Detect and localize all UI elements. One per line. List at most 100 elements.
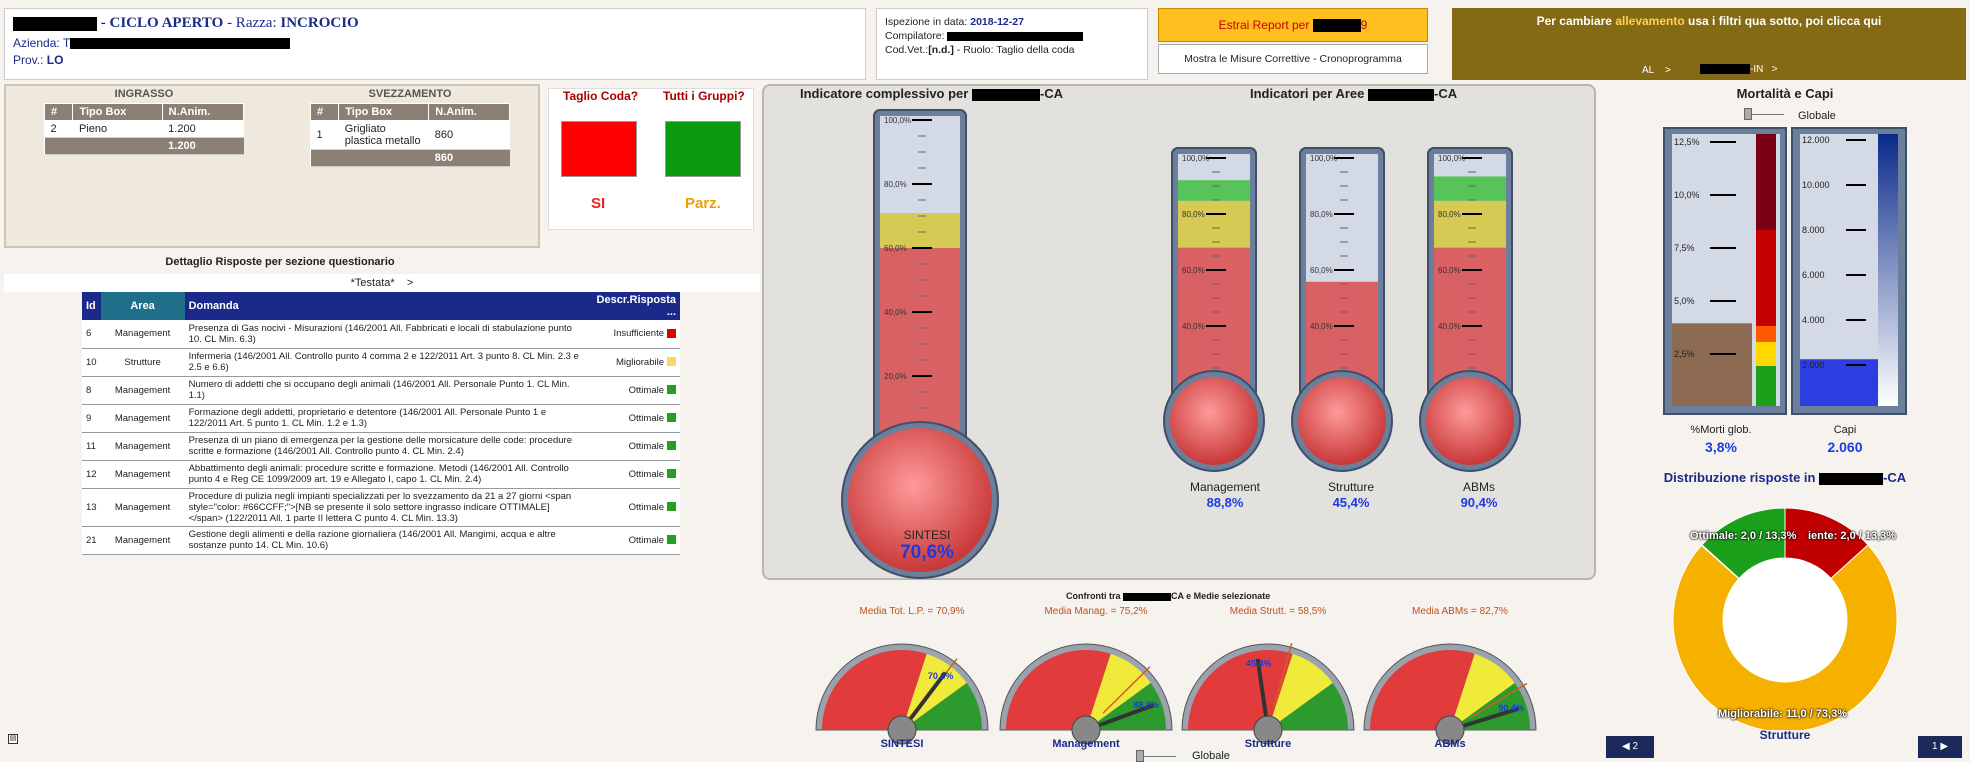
capi-scale-band <box>1878 134 1898 406</box>
area-thermo-2-band <box>1434 200 1506 248</box>
inspection-box: Ispezione in data: 2018-12-27 Compilator… <box>876 8 1148 80</box>
morti-tick-label: 12,5% <box>1674 137 1700 147</box>
gauge-avg-label: Media Manag. = 75,2% <box>1044 606 1147 617</box>
gauge-value: 88,8% <box>1133 700 1159 710</box>
farm-filter-panel: Per cambiare allevamento usa i filtri qu… <box>1452 8 1966 80</box>
area-thermo-0-tick-label: 60,0% <box>1182 266 1205 275</box>
status-square <box>667 329 676 339</box>
table-row[interactable]: 13 Management Procedure di pulizia negli i… <box>82 488 680 527</box>
area-thermo-2-tick-label: 40,0% <box>1438 322 1461 331</box>
gauge-value: 45,4% <box>1246 659 1272 669</box>
table-row[interactable]: 8 Management Numero di addetti che si occu… <box>82 376 680 405</box>
change-farm-link[interactable]: Per cambiare allevamento usa i filtri qu… <box>1452 14 1966 28</box>
sintesi-thermo-tick-label: 80,0% <box>884 180 907 189</box>
table-row[interactable]: 12 Management Abbattimento degli animali: … <box>82 460 680 489</box>
corrective-measures-button[interactable]: Mostra le Misure Correttive - Cronoprogr… <box>1158 44 1428 74</box>
status-square <box>667 413 676 423</box>
capi-tick-label: 4.000 <box>1802 315 1825 325</box>
capi-tick-label: 2.000 <box>1802 360 1825 370</box>
donut-label-insufficiente: iente: 2,0 / 13,3% <box>1808 530 1897 542</box>
area-thermo-0-band <box>1178 180 1250 201</box>
sintesi-thermo-band <box>880 213 960 248</box>
table-row[interactable]: 9 Management Formazione degli addetti, pro… <box>82 404 680 433</box>
table-row[interactable]: 6 Management Presenza di Gas nocivi - Misu… <box>82 320 680 349</box>
table-row: 1 Grigliato plastica metallo 860 <box>310 120 510 150</box>
detail-title: Dettaglio Risposte per sezione questiona… <box>165 256 395 268</box>
sintesi-thermo-tick-label: 40,0% <box>884 308 907 317</box>
capi-label: Capi <box>1833 424 1857 436</box>
gauge-avg-label: Media ABMs = 82,7% <box>1412 606 1508 617</box>
section-selector[interactable]: *Testata* > <box>4 274 760 292</box>
azienda-line: Azienda: T <box>13 36 291 50</box>
area-thermo-0-band <box>1178 200 1250 248</box>
mortality-toggle-label: Globale <box>1798 110 1836 122</box>
svezzamento-table: SVEZZAMENTO # Tipo Box N.Anim. 1 Grigliato … <box>309 88 510 167</box>
donut-title: Distribuzione risposte in -CA <box>1663 470 1907 485</box>
gauges-svg: Media Tot. L.P. = 70,9% 70,6% SINTESI Media… <box>815 606 1537 750</box>
table-row: 2 Pieno 1.200 <box>44 120 244 138</box>
area-thermo-2-bulb <box>1426 377 1514 465</box>
farm-title: - CICLO APERTO - Razza: INCROCIO <box>13 15 359 32</box>
status-square <box>667 535 676 545</box>
sintesi-thermo-tick-label: 60,0% <box>884 244 907 253</box>
questions-table: Id Area Domanda Descr.Risposta ... 6 Mana… <box>82 292 680 555</box>
area-thermo-0-tick-label: 40,0% <box>1182 322 1205 331</box>
capi-tick-label: 12.000 <box>1802 135 1830 145</box>
extract-report-button[interactable]: Estrai Report per 9 <box>1158 8 1428 42</box>
sintesi-thermo-tick-label: 100,0% <box>884 116 911 125</box>
abms-value: 90,4% <box>1460 495 1498 510</box>
strutture-value: 45,4% <box>1332 495 1370 510</box>
prov-line: Prov.: LO <box>13 53 64 67</box>
morti-scale-band <box>1756 366 1776 406</box>
all-groups-indicator <box>665 121 741 177</box>
table-row[interactable]: 11 Management Presenza di un piano di emer… <box>82 432 680 461</box>
header-info-box: - CICLO APERTO - Razza: INCROCIO Azienda… <box>4 8 866 80</box>
mortality-toggle[interactable] <box>1744 108 1784 120</box>
area-thermo-1-tick-label: 100,0% <box>1310 154 1337 163</box>
management-label: Management <box>1189 480 1261 494</box>
filter-al[interactable]: AL > <box>1642 65 1671 76</box>
tail-docking-indicator <box>561 121 637 177</box>
area-thermo-1-tick-label: 40,0% <box>1310 322 1333 331</box>
capi-tick-label: 8.000 <box>1802 225 1825 235</box>
status-square <box>667 385 676 395</box>
mortality-svg: 12,5% 10,0% 7,5% 5,0% 2,5% 12.000 10.000 8.000 6… <box>1663 127 1907 415</box>
morti-fill <box>1672 323 1752 406</box>
sintesi-thermo-band <box>880 248 960 446</box>
area-thermo-0-tick-label: 100,0% <box>1182 154 1209 163</box>
morti-scale-band <box>1756 134 1776 230</box>
donut-hole <box>1723 558 1847 682</box>
mortality-title: Mortalità e Capi <box>1736 86 1834 101</box>
export-icon[interactable]: ▤ <box>8 734 18 744</box>
donut-label-ottimale: Ottimale: 2,0 / 13,3% <box>1690 530 1797 542</box>
morti-scale-band <box>1756 326 1776 342</box>
ingrasso-table: INGRASSO # Tipo Box N.Anim. 2 Pieno 1.200 1.… <box>43 88 245 155</box>
gauge-value: 90,4% <box>1498 703 1524 713</box>
gauge-label: Management <box>1052 738 1120 750</box>
bottom-toggle[interactable] <box>1136 750 1176 762</box>
area-thermo-2-band <box>1434 176 1506 201</box>
morti-scale-band <box>1756 342 1776 366</box>
gauge-label: Strutture <box>1245 738 1291 750</box>
capi-value: 2.060 <box>1827 439 1863 455</box>
strutture-label: Strutture <box>1327 480 1375 494</box>
filter-farm[interactable]: -IN > <box>1700 64 1778 75</box>
morti-tick-label: 2,5% <box>1674 349 1695 359</box>
prev-page-button[interactable]: ◀ 2 <box>1606 736 1654 758</box>
table-row[interactable]: 21 Management Gestione degli alimenti e de… <box>82 526 680 555</box>
morti-value: 3,8% <box>1705 439 1737 455</box>
morti-label: %Morti glob. <box>1690 424 1752 436</box>
next-page-button[interactable]: 1 ▶ <box>1918 736 1962 758</box>
sintesi-thermo-tick-label: 20,0% <box>884 372 907 381</box>
area-thermo-0-bulb <box>1170 377 1258 465</box>
gauge-avg-label: Media Tot. L.P. = 70,9% <box>860 606 965 617</box>
donut-caption: Strutture <box>1759 728 1811 742</box>
area-thermo-0-tick-label: 80,0% <box>1182 210 1205 219</box>
gauge-avg-label: Media Strutt. = 58,5% <box>1230 606 1327 617</box>
table-row[interactable]: 10 Strutture Infermeria (146/2001 All. Con… <box>82 348 680 377</box>
bottom-toggle-label: Globale <box>1192 750 1230 762</box>
area-thermo-2-tick-label: 100,0% <box>1438 154 1465 163</box>
area-thermo-1-tick-label: 80,0% <box>1310 210 1333 219</box>
status-square <box>667 357 676 367</box>
management-value: 88,8% <box>1206 495 1244 510</box>
